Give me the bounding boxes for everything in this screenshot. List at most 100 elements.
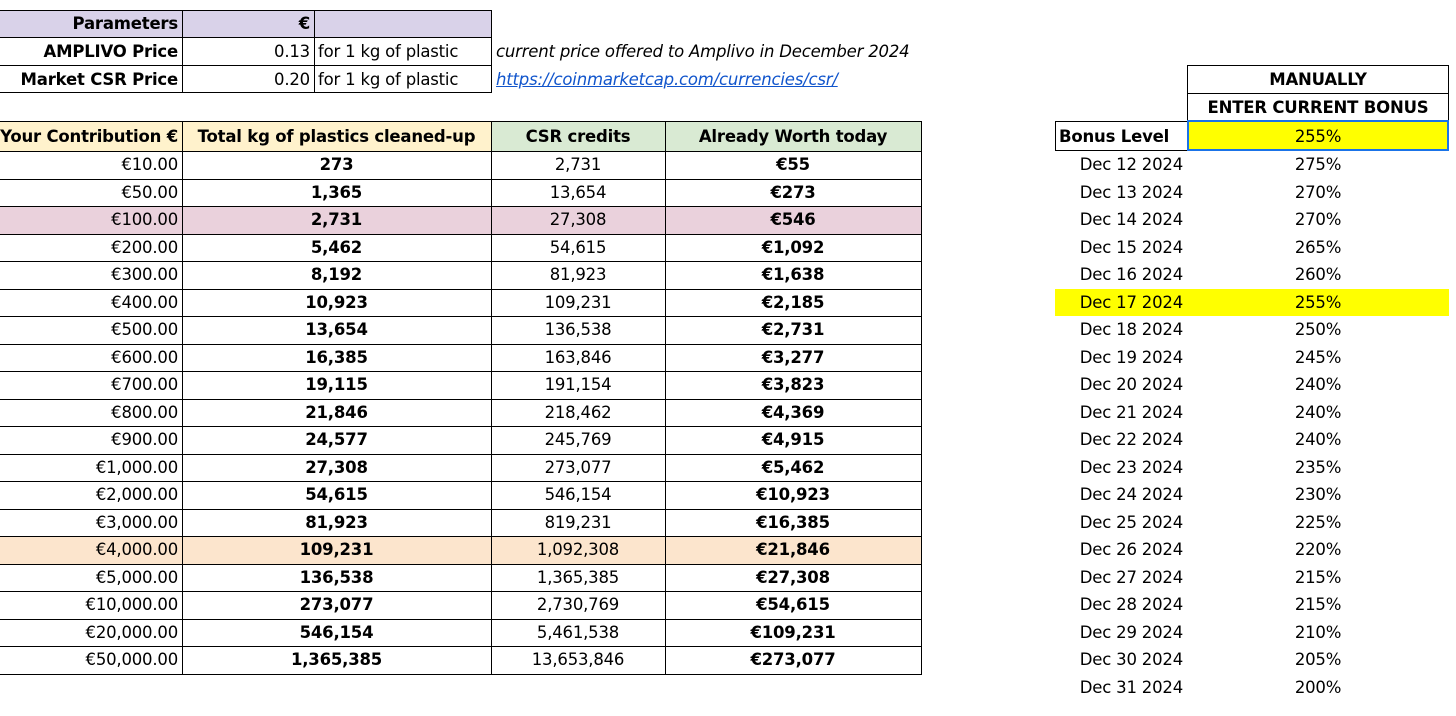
parameters-empty-cell[interactable] xyxy=(314,10,491,37)
worth-today-cell[interactable]: €273,077 xyxy=(665,646,921,674)
total-kg-cell[interactable]: 136,538 xyxy=(182,564,491,592)
csr-credits-cell[interactable]: 2,731 xyxy=(491,151,665,179)
bonus-percent-cell[interactable]: 250% xyxy=(1187,316,1449,344)
worth-today-cell[interactable]: €4,915 xyxy=(665,426,921,454)
worth-today-cell[interactable]: €273 xyxy=(665,179,921,207)
worth-today-cell[interactable]: €3,277 xyxy=(665,344,921,372)
bonus-date-cell[interactable]: Dec 20 2024 xyxy=(1055,371,1187,399)
bonus-percent-cell[interactable]: 215% xyxy=(1187,591,1449,619)
bonus-date-cell[interactable]: Dec 30 2024 xyxy=(1055,646,1187,674)
parameters-currency[interactable]: € xyxy=(182,10,314,37)
contribution-cell[interactable]: €4,000.00 xyxy=(0,536,182,564)
bonus-date-cell[interactable]: Dec 15 2024 xyxy=(1055,234,1187,262)
bonus-percent-cell[interactable]: 275% xyxy=(1187,151,1449,179)
bonus-percent-cell[interactable]: 230% xyxy=(1187,481,1449,509)
bonus-percent-cell[interactable]: 220% xyxy=(1187,536,1449,564)
worth-today-cell[interactable]: €1,638 xyxy=(665,261,921,289)
csr-credits-cell[interactable]: 1,092,308 xyxy=(491,536,665,564)
parameters-header[interactable]: Parameters xyxy=(0,10,182,37)
csr-credits-cell[interactable]: 1,365,385 xyxy=(491,564,665,592)
csr-credits-cell[interactable]: 245,769 xyxy=(491,426,665,454)
contribution-cell[interactable]: €700.00 xyxy=(0,371,182,399)
bonus-percent-cell[interactable]: 240% xyxy=(1187,371,1449,399)
bonus-percent-cell[interactable]: 245% xyxy=(1187,344,1449,372)
total-kg-cell[interactable]: 546,154 xyxy=(182,619,491,647)
market-price-value[interactable]: 0.20 xyxy=(182,65,314,93)
csr-credits-cell[interactable]: 13,653,846 xyxy=(491,646,665,674)
bonus-date-cell[interactable]: Dec 25 2024 xyxy=(1055,509,1187,537)
bonus-percent-cell[interactable]: 270% xyxy=(1187,179,1449,207)
bonus-date-cell[interactable]: Dec 21 2024 xyxy=(1055,399,1187,427)
bonus-percent-cell[interactable]: 215% xyxy=(1187,564,1449,592)
bonus-percent-cell[interactable]: 265% xyxy=(1187,234,1449,262)
worth-today-cell[interactable]: €2,185 xyxy=(665,289,921,317)
bonus-date-cell[interactable]: Dec 28 2024 xyxy=(1055,591,1187,619)
market-price-label[interactable]: Market CSR Price xyxy=(0,65,182,93)
header-csr-credits[interactable]: CSR credits xyxy=(491,121,665,151)
bonus-date-cell[interactable]: Dec 18 2024 xyxy=(1055,316,1187,344)
bonus-date-cell[interactable]: Dec 16 2024 xyxy=(1055,261,1187,289)
total-kg-cell[interactable]: 1,365,385 xyxy=(182,646,491,674)
bonus-date-cell[interactable]: Dec 26 2024 xyxy=(1055,536,1187,564)
contribution-cell[interactable]: €5,000.00 xyxy=(0,564,182,592)
total-kg-cell[interactable]: 8,192 xyxy=(182,261,491,289)
csr-credits-cell[interactable]: 819,231 xyxy=(491,509,665,537)
worth-today-cell[interactable]: €2,731 xyxy=(665,316,921,344)
amplivo-price-label[interactable]: AMPLIVO Price xyxy=(0,37,182,65)
bonus-date-cell[interactable]: Dec 29 2024 xyxy=(1055,619,1187,647)
manually-label[interactable]: MANUALLY xyxy=(1187,65,1449,93)
worth-today-cell[interactable]: €21,846 xyxy=(665,536,921,564)
contribution-cell[interactable]: €50.00 xyxy=(0,179,182,207)
total-kg-cell[interactable]: 21,846 xyxy=(182,399,491,427)
total-kg-cell[interactable]: 5,462 xyxy=(182,234,491,262)
total-kg-cell[interactable]: 81,923 xyxy=(182,509,491,537)
csr-credits-cell[interactable]: 218,462 xyxy=(491,399,665,427)
worth-today-cell[interactable]: €4,369 xyxy=(665,399,921,427)
contribution-cell[interactable]: €1,000.00 xyxy=(0,454,182,482)
worth-today-cell[interactable]: €54,615 xyxy=(665,591,921,619)
amplivo-price-unit[interactable]: for 1 kg of plastic xyxy=(314,37,491,65)
worth-today-cell[interactable]: €10,923 xyxy=(665,481,921,509)
bonus-date-cell[interactable]: Dec 24 2024 xyxy=(1055,481,1187,509)
bonus-percent-cell[interactable]: 270% xyxy=(1187,206,1449,234)
worth-today-cell[interactable]: €5,462 xyxy=(665,454,921,482)
worth-today-cell[interactable]: €55 xyxy=(665,151,921,179)
total-kg-cell[interactable]: 273 xyxy=(182,151,491,179)
worth-today-cell[interactable]: €1,092 xyxy=(665,234,921,262)
contribution-cell[interactable]: €20,000.00 xyxy=(0,619,182,647)
coinmarketcap-link[interactable]: https://coinmarketcap.com/currencies/csr… xyxy=(492,65,912,93)
bonus-percent-cell[interactable]: 205% xyxy=(1187,646,1449,674)
contribution-cell[interactable]: €100.00 xyxy=(0,206,182,234)
worth-today-cell[interactable]: €27,308 xyxy=(665,564,921,592)
contribution-cell[interactable]: €200.00 xyxy=(0,234,182,262)
csr-credits-cell[interactable]: 81,923 xyxy=(491,261,665,289)
bonus-date-cell[interactable]: Dec 23 2024 xyxy=(1055,454,1187,482)
total-kg-cell[interactable]: 273,077 xyxy=(182,591,491,619)
bonus-percent-cell[interactable]: 240% xyxy=(1187,399,1449,427)
csr-credits-cell[interactable]: 273,077 xyxy=(491,454,665,482)
total-kg-cell[interactable]: 1,365 xyxy=(182,179,491,207)
contribution-cell[interactable]: €900.00 xyxy=(0,426,182,454)
bonus-date-cell[interactable]: Dec 19 2024 xyxy=(1055,344,1187,372)
bonus-percent-cell[interactable]: 260% xyxy=(1187,261,1449,289)
bonus-date-cell[interactable]: Dec 31 2024 xyxy=(1055,674,1187,702)
total-kg-cell[interactable]: 16,385 xyxy=(182,344,491,372)
bonus-date-cell[interactable]: Dec 27 2024 xyxy=(1055,564,1187,592)
total-kg-cell[interactable]: 13,654 xyxy=(182,316,491,344)
bonus-percent-cell[interactable]: 240% xyxy=(1187,426,1449,454)
worth-today-cell[interactable]: €16,385 xyxy=(665,509,921,537)
total-kg-cell[interactable]: 27,308 xyxy=(182,454,491,482)
bonus-date-cell[interactable]: Dec 12 2024 xyxy=(1055,151,1187,179)
total-kg-cell[interactable]: 24,577 xyxy=(182,426,491,454)
csr-credits-cell[interactable]: 109,231 xyxy=(491,289,665,317)
worth-today-cell[interactable]: €3,823 xyxy=(665,371,921,399)
contribution-cell[interactable]: €600.00 xyxy=(0,344,182,372)
csr-credits-cell[interactable]: 27,308 xyxy=(491,206,665,234)
contribution-cell[interactable]: €800.00 xyxy=(0,399,182,427)
csr-credits-cell[interactable]: 546,154 xyxy=(491,481,665,509)
header-your-contribution[interactable]: Your Contribution € xyxy=(0,121,182,151)
contribution-cell[interactable]: €400.00 xyxy=(0,289,182,317)
amplivo-price-value[interactable]: 0.13 xyxy=(182,37,314,65)
worth-today-cell[interactable]: €546 xyxy=(665,206,921,234)
total-kg-cell[interactable]: 109,231 xyxy=(182,536,491,564)
